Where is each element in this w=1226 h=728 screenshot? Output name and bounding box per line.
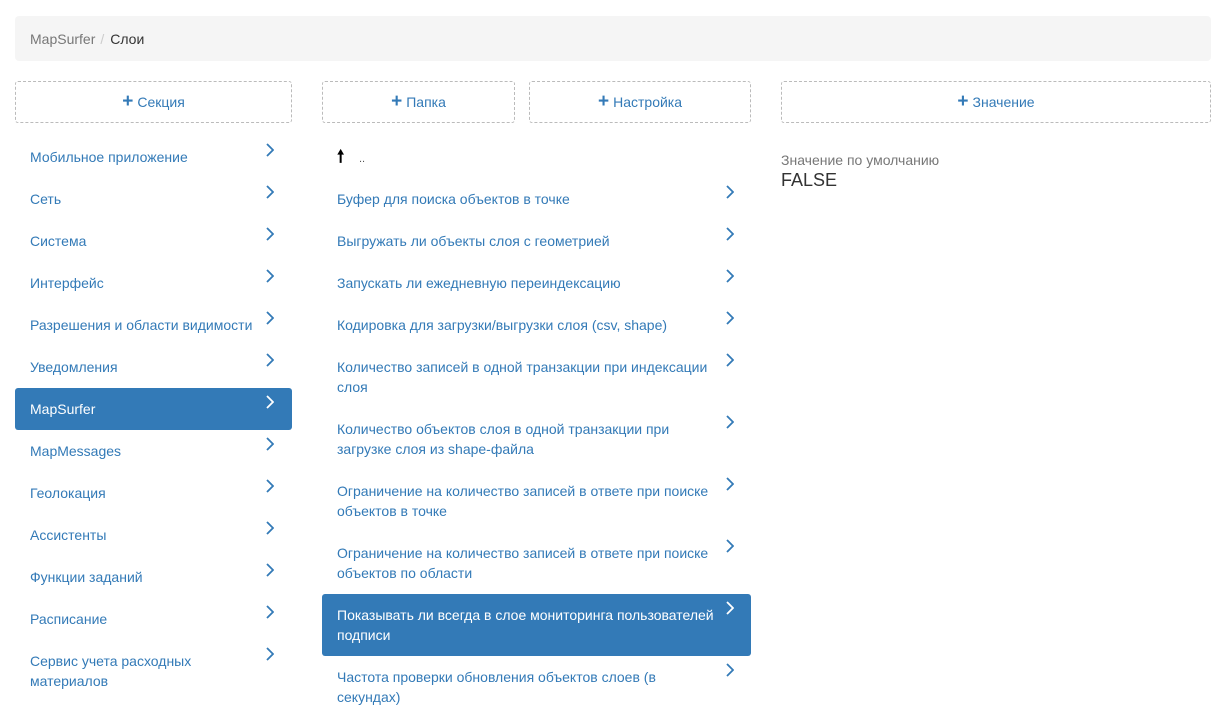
section-item[interactable]: Расписание bbox=[15, 598, 292, 640]
section-item[interactable]: Система bbox=[15, 220, 292, 262]
setting-item-label: Запускать ли ежедневную переиндексацию bbox=[337, 275, 621, 291]
setting-item-label: Частота проверки обновления объектов сло… bbox=[337, 669, 656, 705]
section-item[interactable]: Ассистенты bbox=[15, 514, 292, 556]
section-item-label: Интерфейс bbox=[30, 275, 104, 291]
section-item-label: MapSurfer bbox=[30, 401, 96, 417]
chevron-right-icon bbox=[266, 437, 274, 451]
folder-up-label: .. bbox=[359, 153, 366, 165]
setting-item-label: Выгружать ли объекты слоя с геометрией bbox=[337, 233, 610, 249]
setting-item-label: Буфер для поиска объектов в точке bbox=[337, 191, 570, 207]
chevron-right-icon bbox=[726, 353, 734, 367]
section-item[interactable]: Уведомления bbox=[15, 346, 292, 388]
setting-item[interactable]: Запускать ли ежедневную переиндексацию bbox=[322, 262, 751, 304]
section-item-label: Расписание bbox=[30, 611, 108, 627]
setting-item[interactable]: Показывать ли всегда в слое мониторинга … bbox=[322, 594, 751, 656]
folder-up-item[interactable]: 🠕 .. bbox=[322, 136, 751, 178]
chevron-right-icon bbox=[266, 521, 274, 535]
section-item[interactable]: Функции заданий bbox=[15, 556, 292, 598]
setting-item-label: Ограничение на количество записей в отве… bbox=[337, 545, 709, 581]
section-item[interactable]: Мобильное приложение bbox=[15, 136, 292, 178]
chevron-right-icon bbox=[266, 185, 274, 199]
add-setting-button[interactable]: + Настройка bbox=[529, 81, 751, 123]
section-item[interactable]: Разрешения и области видимости bbox=[15, 304, 292, 346]
setting-item[interactable]: Ограничение на количество записей в отве… bbox=[322, 470, 751, 532]
breadcrumb-current: Слои bbox=[110, 30, 145, 47]
setting-item-label: Показывать ли всегда в слое мониторинга … bbox=[337, 607, 714, 643]
arrow-up-icon: 🠕 bbox=[337, 147, 345, 166]
setting-item[interactable]: Выгружать ли объекты слоя с геометрией bbox=[322, 220, 751, 262]
setting-item[interactable]: Частота проверки обновления объектов сло… bbox=[322, 656, 751, 718]
chevron-right-icon bbox=[726, 663, 734, 677]
breadcrumb-root-link[interactable]: MapSurfer bbox=[30, 31, 95, 47]
setting-item-label: Кодировка для загрузки/выгрузки слоя (cs… bbox=[337, 317, 668, 333]
chevron-right-icon bbox=[266, 353, 274, 367]
default-value-label: Значение по умолчанию bbox=[781, 152, 940, 168]
settings-list: 🠕 .. Буфер для поиска объектов в точке Вы… bbox=[322, 136, 751, 718]
breadcrumb-separator: / bbox=[100, 30, 105, 47]
chevron-right-icon bbox=[726, 415, 734, 429]
section-item-label: Система bbox=[30, 233, 87, 249]
section-item-label: MapMessages bbox=[30, 443, 122, 459]
add-value-button[interactable]: + Значение bbox=[781, 81, 1211, 123]
plus-icon: + bbox=[957, 90, 969, 112]
section-item[interactable]: MapMessages bbox=[15, 430, 292, 472]
section-item[interactable]: MapSurfer bbox=[15, 388, 292, 430]
add-section-label: Секция bbox=[137, 94, 185, 110]
section-item-label: Уведомления bbox=[30, 359, 118, 375]
section-item-label: Мобильное приложение bbox=[30, 149, 188, 165]
section-item-label: Сеть bbox=[30, 191, 62, 207]
setting-item-label: Количество объектов слоя в одной транзак… bbox=[337, 421, 670, 457]
chevron-right-icon bbox=[266, 311, 274, 325]
add-folder-button[interactable]: + Папка bbox=[322, 81, 515, 123]
add-section-button[interactable]: + Секция bbox=[15, 81, 292, 123]
section-item-label: Геолокация bbox=[30, 485, 106, 501]
setting-item[interactable]: Кодировка для загрузки/выгрузки слоя (cs… bbox=[322, 304, 751, 346]
breadcrumb: MapSurfer / Слои bbox=[15, 16, 1211, 61]
section-list: Мобильное приложение Сеть Система Интерфейс… bbox=[15, 136, 292, 702]
chevron-right-icon bbox=[726, 539, 734, 553]
setting-item[interactable]: Количество объектов слоя в одной транзак… bbox=[322, 408, 751, 470]
section-item-label: Ассистенты bbox=[30, 527, 107, 543]
add-folder-label: Папка bbox=[406, 94, 446, 110]
chevron-right-icon bbox=[726, 311, 734, 325]
plus-icon: + bbox=[597, 90, 610, 112]
setting-item[interactable]: Ограничение на количество записей в отве… bbox=[322, 532, 751, 594]
chevron-right-icon bbox=[266, 563, 274, 577]
chevron-right-icon bbox=[266, 605, 274, 619]
chevron-right-icon bbox=[266, 143, 274, 157]
add-setting-label: Настройка bbox=[613, 94, 683, 110]
setting-item[interactable]: Количество записей в одной транзакции пр… bbox=[322, 346, 751, 408]
chevron-right-icon bbox=[266, 647, 274, 661]
default-value: FALSE bbox=[781, 170, 838, 190]
chevron-right-icon bbox=[726, 185, 734, 199]
chevron-right-icon bbox=[726, 601, 734, 615]
setting-item-label: Ограничение на количество записей в отве… bbox=[337, 483, 709, 519]
section-item-label: Сервис учета расходных материалов bbox=[30, 653, 192, 689]
add-value-label: Значение bbox=[972, 94, 1035, 110]
section-item[interactable]: Интерфейс bbox=[15, 262, 292, 304]
chevron-right-icon bbox=[266, 227, 274, 241]
chevron-right-icon bbox=[266, 269, 274, 283]
chevron-right-icon bbox=[266, 479, 274, 493]
section-item[interactable]: Геолокация bbox=[15, 472, 292, 514]
chevron-right-icon bbox=[726, 269, 734, 283]
chevron-right-icon bbox=[726, 227, 734, 241]
plus-icon: + bbox=[122, 90, 134, 112]
chevron-right-icon bbox=[726, 477, 734, 491]
setting-item[interactable]: Буфер для поиска объектов в точке bbox=[322, 178, 751, 220]
section-item[interactable]: Сервис учета расходных материалов bbox=[15, 640, 292, 702]
chevron-right-icon bbox=[266, 395, 274, 409]
section-item-label: Функции заданий bbox=[30, 569, 143, 585]
section-item[interactable]: Сеть bbox=[15, 178, 292, 220]
section-item-label: Разрешения и области видимости bbox=[30, 317, 253, 333]
setting-item-label: Количество записей в одной транзакции пр… bbox=[337, 359, 708, 395]
plus-icon: + bbox=[391, 90, 403, 112]
